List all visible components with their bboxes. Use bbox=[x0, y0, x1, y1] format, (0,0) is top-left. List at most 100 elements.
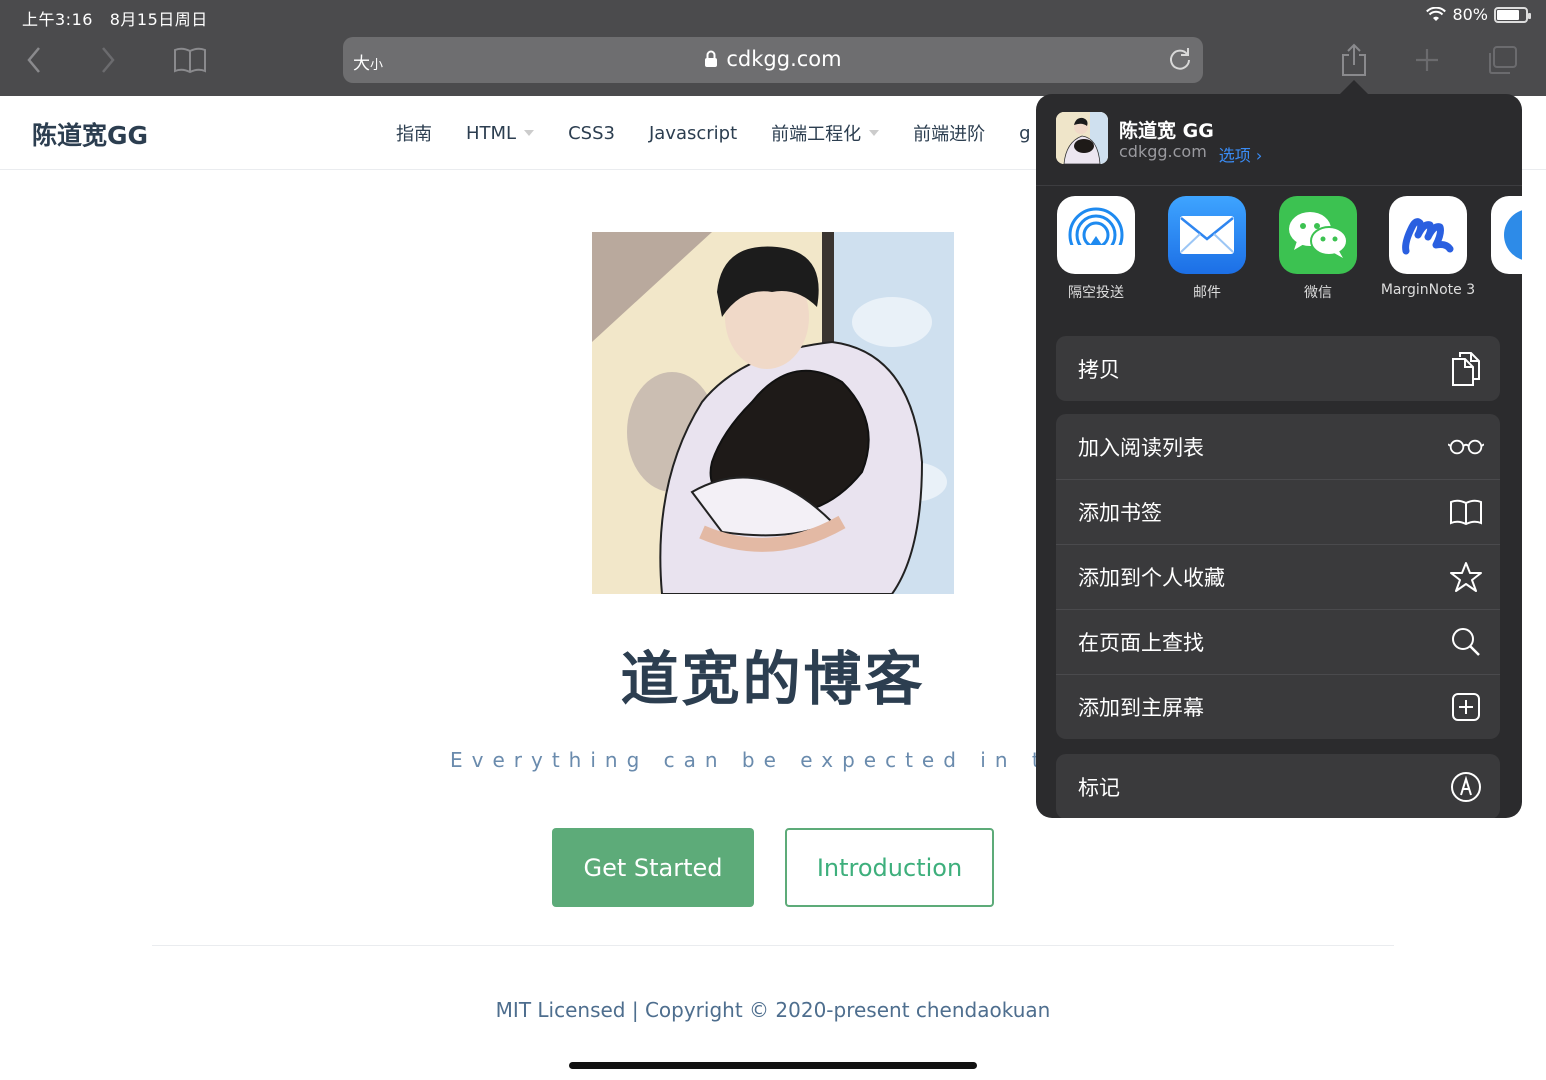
airdrop-icon bbox=[1057, 196, 1135, 274]
new-tab-button[interactable] bbox=[1405, 40, 1449, 80]
share-action-label: 添加书签 bbox=[1078, 501, 1162, 525]
share-action-label: 标记 bbox=[1078, 775, 1120, 800]
share-app-airdrop[interactable]: 隔空投送 bbox=[1048, 196, 1144, 302]
share-action-row[interactable]: 添加书签 bbox=[1056, 479, 1500, 544]
share-action-row[interactable]: 拷贝 bbox=[1056, 336, 1500, 401]
nav-link[interactable]: 前端工程化 bbox=[771, 120, 880, 146]
share-action-label: 添加到主屏幕 bbox=[1078, 696, 1204, 720]
app-label: MarginNote 3 bbox=[1380, 282, 1476, 298]
share-app-row: 隔空投送 邮件 微信 MarginNote 3 bbox=[1036, 196, 1522, 316]
share-sheet: 陈道宽 GG cdkgg.com 选项 › 隔空投送 邮件 微信 MarginN… bbox=[1036, 94, 1522, 818]
nav-link[interactable]: 前端进阶 bbox=[913, 120, 985, 146]
share-actions-copy-group: 拷贝 bbox=[1056, 336, 1500, 401]
nav-link-label: 前端工程化 bbox=[771, 124, 862, 145]
plus-icon bbox=[1416, 49, 1438, 71]
page-thumbnail bbox=[1056, 112, 1108, 164]
reload-icon bbox=[1170, 48, 1190, 70]
share-action-label: 加入阅读列表 bbox=[1078, 435, 1204, 460]
wifi-icon bbox=[1426, 6, 1447, 21]
share-action-row[interactable]: 标记 bbox=[1056, 754, 1500, 818]
nav-link-label: g bbox=[1019, 122, 1031, 144]
reload-button[interactable] bbox=[1167, 46, 1193, 76]
bookmarks-button[interactable] bbox=[168, 40, 212, 80]
search-icon bbox=[1448, 624, 1484, 660]
site-title[interactable]: 陈道宽GG bbox=[32, 116, 148, 152]
book-icon bbox=[174, 47, 206, 74]
share-action-label: 拷贝 bbox=[1078, 357, 1120, 382]
share-app-partial[interactable] bbox=[1491, 196, 1522, 274]
app-icon-partial bbox=[1491, 196, 1522, 274]
copy-icon bbox=[1448, 351, 1484, 387]
share-app-mail[interactable]: 邮件 bbox=[1159, 196, 1255, 302]
share-app-marginnote[interactable]: MarginNote 3 bbox=[1380, 196, 1476, 298]
share-button[interactable] bbox=[1332, 40, 1376, 80]
lock-icon bbox=[705, 50, 718, 67]
dropdown-caret-icon bbox=[869, 130, 880, 136]
hero-image bbox=[592, 232, 954, 594]
chevron-left-icon bbox=[27, 47, 40, 73]
nav-link[interactable]: Javascript bbox=[649, 120, 737, 146]
share-icon bbox=[1342, 43, 1366, 76]
share-page-title: 陈道宽 GG bbox=[1119, 120, 1214, 142]
share-action-row[interactable]: 添加到主屏幕 bbox=[1056, 674, 1500, 739]
share-action-row[interactable]: 添加到个人收藏 bbox=[1056, 544, 1500, 609]
share-page-domain: cdkgg.com bbox=[1119, 142, 1207, 161]
glasses-icon bbox=[1448, 429, 1484, 465]
nav-link[interactable]: 指南 bbox=[396, 120, 432, 146]
share-page-subtitle: cdkgg.com 选项 › bbox=[1119, 142, 1262, 166]
share-action-row[interactable]: 加入阅读列表 bbox=[1056, 414, 1500, 479]
markup-icon bbox=[1448, 769, 1484, 805]
introduction-button[interactable]: Introduction bbox=[785, 828, 994, 907]
status-clock: 上午3:16 8月15日周日 bbox=[22, 6, 208, 30]
url-display[interactable]: cdkgg.com bbox=[343, 47, 1203, 71]
share-action-label: 添加到个人收藏 bbox=[1078, 566, 1225, 590]
app-label: 隔空投送 bbox=[1068, 285, 1124, 301]
back-button[interactable] bbox=[12, 40, 56, 80]
options-link[interactable]: 选项 › bbox=[1219, 142, 1263, 166]
nav-links: 指南 HTML CSS3 Javascript 前端工程化 前端进阶 g bbox=[396, 120, 1031, 146]
add-square-icon bbox=[1448, 689, 1484, 725]
share-action-label: 在页面上查找 bbox=[1078, 631, 1204, 655]
home-indicator[interactable] bbox=[569, 1062, 977, 1069]
app-label: 邮件 bbox=[1193, 285, 1221, 301]
footer-divider bbox=[152, 945, 1394, 946]
status-time: 上午3:16 bbox=[22, 10, 93, 29]
address-bar[interactable]: 大小 cdkgg.com bbox=[343, 37, 1203, 83]
status-bar: 上午3:16 8月15日周日 80% bbox=[0, 0, 1546, 30]
forward-button[interactable] bbox=[86, 40, 130, 80]
share-actions-markup-group: 标记 bbox=[1056, 754, 1500, 818]
status-date: 8月15日周日 bbox=[109, 10, 208, 29]
marginnote-icon bbox=[1389, 196, 1467, 274]
nav-link-label: CSS3 bbox=[568, 122, 615, 144]
mail-icon bbox=[1168, 196, 1246, 274]
battery-percent: 80% bbox=[1452, 5, 1488, 24]
tabs-icon bbox=[1489, 46, 1517, 74]
nav-link[interactable]: g bbox=[1019, 120, 1030, 146]
nav-link-label: HTML bbox=[466, 122, 517, 144]
battery-level bbox=[1497, 9, 1520, 20]
share-sheet-header: 陈道宽 GG cdkgg.com 选项 › bbox=[1036, 94, 1522, 186]
nav-link-label: 前端进阶 bbox=[913, 124, 986, 145]
share-action-row[interactable]: 在页面上查找 bbox=[1056, 609, 1500, 674]
battery-icon bbox=[1494, 6, 1531, 23]
thumbnail-illustration bbox=[1056, 112, 1108, 164]
url-text: cdkgg.com bbox=[726, 47, 842, 71]
footer-text: MIT Licensed | Copyright © 2020-present … bbox=[495, 998, 1051, 1022]
status-indicators: 80% bbox=[1426, 5, 1531, 24]
hero-illustration bbox=[592, 232, 954, 594]
share-actions-main-group: 加入阅读列表 添加书签添加到个人收藏 在页面上查找 添加到主屏幕 bbox=[1056, 414, 1500, 739]
book-icon bbox=[1448, 494, 1484, 530]
dropdown-caret-icon bbox=[524, 130, 535, 136]
nav-link[interactable]: HTML bbox=[466, 120, 535, 146]
get-started-button[interactable]: Get Started bbox=[552, 828, 754, 907]
nav-link-label: 指南 bbox=[396, 124, 432, 145]
wechat-icon bbox=[1279, 196, 1357, 274]
tabs-overview-button[interactable] bbox=[1480, 40, 1524, 80]
browser-toolbar: 大小 cdkgg.com bbox=[0, 30, 1546, 96]
chevron-right-icon bbox=[102, 47, 115, 73]
nav-link-label: Javascript bbox=[648, 122, 738, 144]
star-icon bbox=[1448, 559, 1484, 595]
nav-link[interactable]: CSS3 bbox=[568, 120, 615, 146]
share-app-wechat[interactable]: 微信 bbox=[1270, 196, 1366, 302]
app-label: 微信 bbox=[1304, 285, 1332, 301]
